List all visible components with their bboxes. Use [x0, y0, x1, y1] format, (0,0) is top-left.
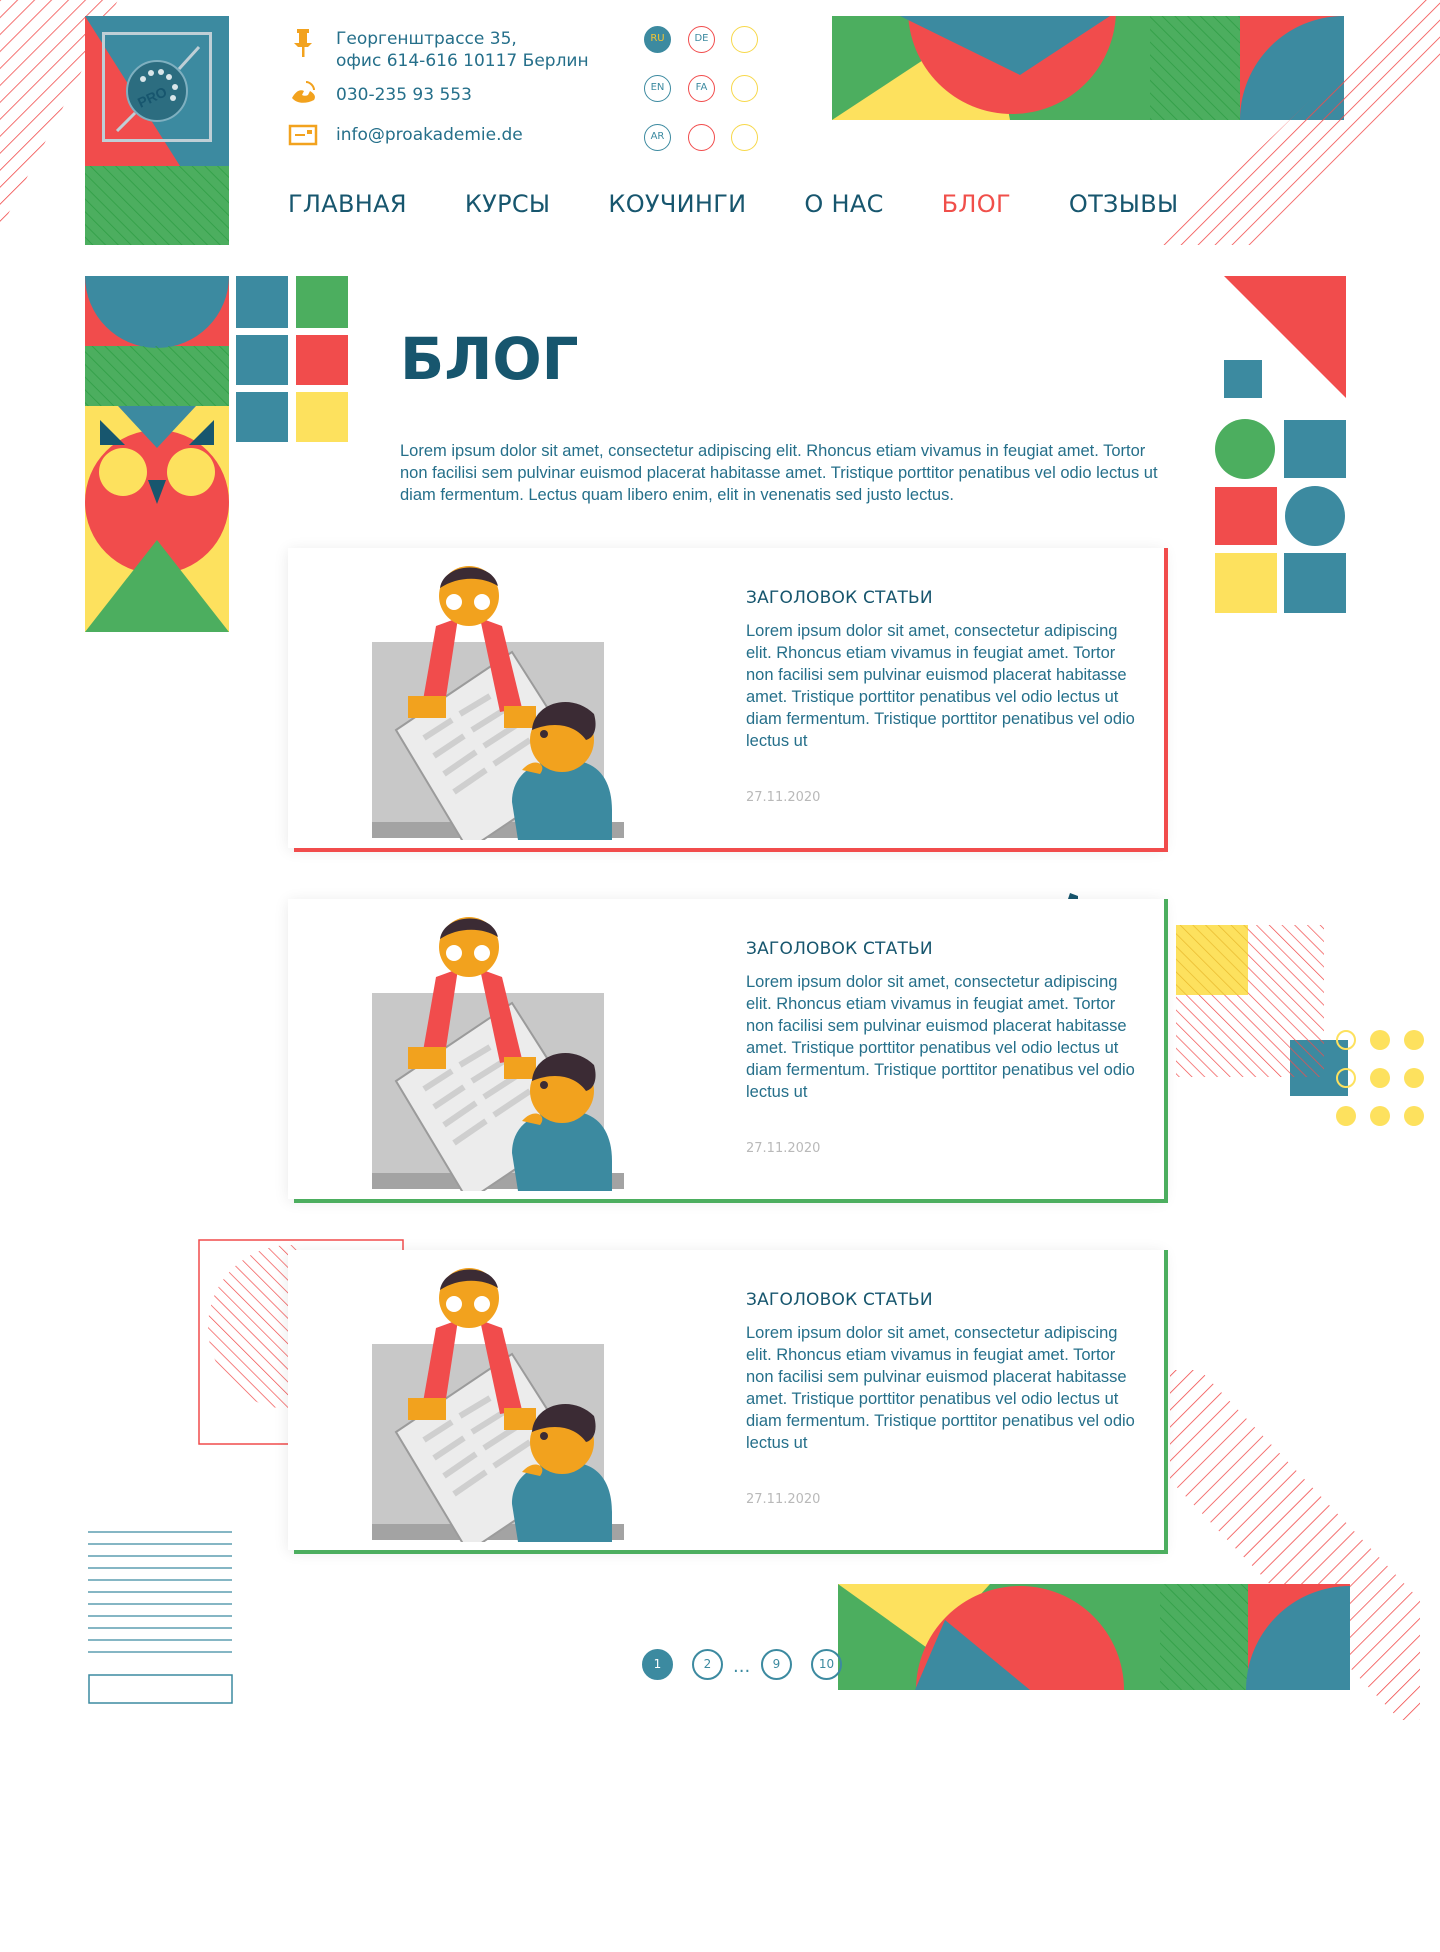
lang-placeholder-3	[688, 124, 715, 151]
mail-icon	[288, 124, 318, 146]
article-illustration	[372, 911, 624, 1191]
lang-en[interactable]: EN	[644, 75, 671, 102]
article-card[interactable]: ЗАГОЛОВОК СТАТЬИ Lorem ipsum dolor sit a…	[288, 548, 1168, 852]
lang-fa[interactable]: FA	[688, 75, 715, 102]
page-2-button[interactable]: 2	[692, 1649, 723, 1680]
article-illustration	[372, 1262, 624, 1542]
article-date: 27.11.2020	[746, 1141, 821, 1156]
pagination-ellipsis: ...	[733, 1656, 751, 1677]
lang-placeholder-4	[731, 124, 758, 151]
logo[interactable]: PRO	[102, 32, 212, 142]
nav-item-coaching[interactable]: КОУЧИНГИ	[608, 190, 746, 218]
page-1-button[interactable]: 1	[642, 1649, 673, 1680]
page-intro: Lorem ipsum dolor sit amet, consectetur …	[400, 442, 1158, 504]
nav-item-courses[interactable]: КУРСЫ	[465, 190, 551, 218]
article-title[interactable]: ЗАГОЛОВОК СТАТЬИ	[746, 1290, 933, 1310]
address-text: Георгенштрассе 35, офис 614-616 10117 Бе…	[336, 28, 589, 72]
email-row[interactable]: info@proakademie.de	[288, 120, 523, 150]
card-accent-right	[1164, 899, 1168, 1203]
main-nav: ГЛАВНАЯ КУРСЫ КОУЧИНГИ О НАС БЛОГ ОТЗЫВЫ	[288, 190, 1236, 218]
address-line-1: Георгенштрассе 35,	[336, 29, 517, 49]
address-line-2: офис 614-616 10117 Берлин	[336, 51, 589, 71]
article-title[interactable]: ЗАГОЛОВОК СТАТЬИ	[746, 939, 933, 959]
page-9-button[interactable]: 9	[761, 1649, 792, 1680]
card-accent-bottom	[294, 1199, 1168, 1203]
article-title[interactable]: ЗАГОЛОВОК СТАТЬИ	[746, 588, 933, 608]
nav-item-reviews[interactable]: ОТЗЫВЫ	[1069, 190, 1179, 218]
lang-placeholder-2	[731, 75, 758, 102]
article-excerpt: Lorem ipsum dolor sit amet, consectetur …	[746, 622, 1135, 750]
card-accent-right	[1164, 548, 1168, 852]
article-illustration	[372, 560, 624, 840]
page-10-button[interactable]: 10	[811, 1649, 842, 1680]
lang-ar[interactable]: AR	[644, 124, 671, 151]
lang-placeholder-1	[731, 26, 758, 53]
nav-item-about[interactable]: О НАС	[804, 190, 883, 218]
phone-row[interactable]: 030-235 93 553	[288, 78, 472, 108]
card-accent-right	[1164, 1250, 1168, 1554]
nav-item-home[interactable]: ГЛАВНАЯ	[288, 190, 407, 218]
lang-de[interactable]: DE	[688, 26, 715, 53]
article-excerpt: Lorem ipsum dolor sit amet, consectetur …	[746, 973, 1135, 1101]
phone-text[interactable]: 030-235 93 553	[336, 78, 472, 106]
phone-icon	[292, 81, 315, 103]
article-date: 27.11.2020	[746, 1492, 821, 1507]
article-excerpt: Lorem ipsum dolor sit amet, consectetur …	[746, 1324, 1135, 1452]
nav-item-blog[interactable]: БЛОГ	[942, 190, 1011, 218]
article-card[interactable]: ЗАГОЛОВОК СТАТЬИ Lorem ipsum dolor sit a…	[288, 899, 1168, 1203]
card-accent-bottom	[294, 848, 1168, 852]
page-title: БЛОГ	[400, 325, 579, 393]
article-date: 27.11.2020	[746, 790, 821, 805]
address-row: Георгенштрассе 35, офис 614-616 10117 Бе…	[288, 28, 589, 72]
card-accent-bottom	[294, 1550, 1168, 1554]
article-card[interactable]: ЗАГОЛОВОК СТАТЬИ Lorem ipsum dolor sit a…	[288, 1250, 1168, 1554]
pin-icon	[294, 29, 312, 57]
email-text[interactable]: info@proakademie.de	[336, 120, 523, 146]
lang-ru[interactable]: RU	[644, 26, 671, 53]
